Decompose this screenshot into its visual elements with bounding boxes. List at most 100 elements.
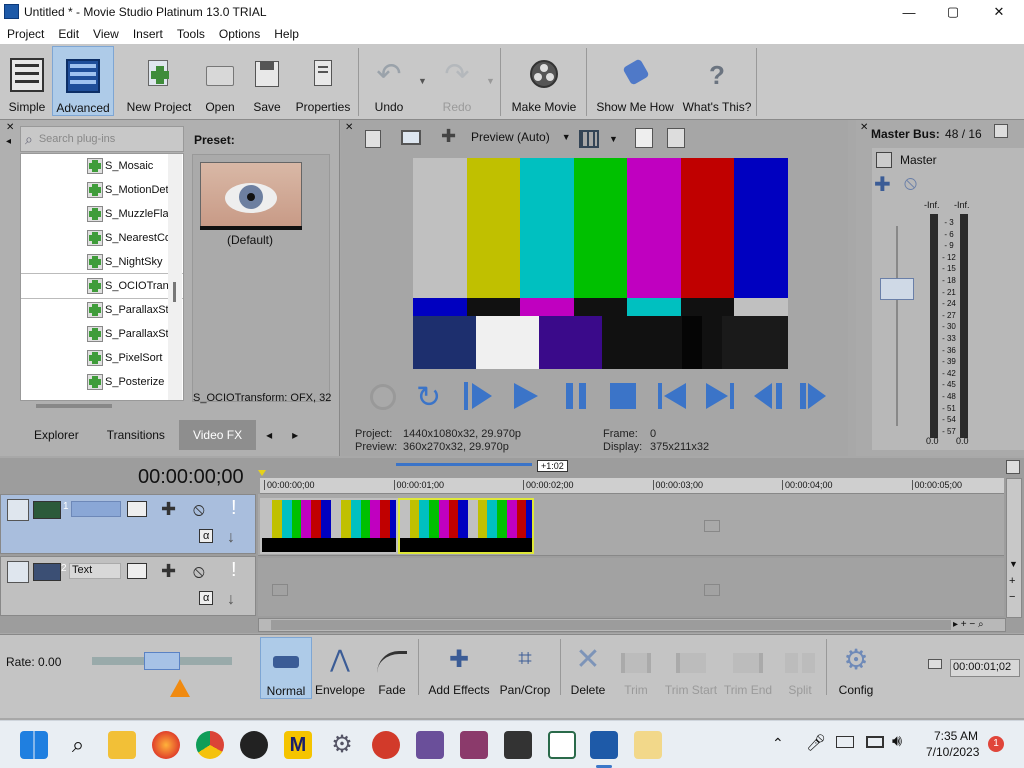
tab-prev-arrow[interactable]: ◂ [256, 420, 282, 450]
advanced-button[interactable]: Advanced [52, 46, 114, 116]
plugin-search-box[interactable]: ⌕ Search plug-ins [20, 126, 184, 152]
panel-expand-icon[interactable]: ◂ [6, 136, 11, 147]
search-icon[interactable]: ⌕ [64, 731, 92, 759]
make-movie-button[interactable]: Make Movie [508, 50, 580, 116]
cursor-marker[interactable] [258, 470, 266, 476]
clock-time[interactable]: 7:35 AM [934, 729, 978, 743]
properties-button[interactable]: Properties [292, 50, 354, 116]
trim-button[interactable]: Trim [614, 637, 658, 703]
close-button[interactable]: ✕ [976, 0, 1022, 24]
tab-explorer[interactable]: Explorer [20, 420, 93, 450]
trim-end-button[interactable]: Trim End [722, 637, 774, 703]
track-lane-2[interactable] [258, 558, 1004, 616]
plugin-tree-item[interactable]: S_PixelSort [21, 346, 183, 370]
menu-project[interactable]: Project [0, 27, 51, 41]
timeline-timecode[interactable]: 00:00:00;00 [138, 466, 244, 489]
panel-close-icon[interactable]: ✕ [345, 122, 353, 133]
simple-button[interactable]: Simple [4, 50, 50, 116]
show-me-how-button[interactable]: Show Me How [594, 50, 676, 116]
windows-start-icon[interactable] [20, 731, 48, 759]
mute-icon[interactable]: ⦸ [904, 172, 917, 195]
save-button[interactable]: Save [246, 50, 288, 116]
movie-studio-icon[interactable] [590, 731, 618, 759]
whats-this-button[interactable]: ? What's This? [682, 50, 752, 116]
plugin-tree-item[interactable]: S_ParallaxSt [21, 298, 183, 322]
keyboard-icon[interactable] [836, 736, 854, 748]
archive-icon[interactable] [460, 731, 488, 759]
file-explorer-icon[interactable] [108, 731, 136, 759]
speaker-icon[interactable]: 🔊︎ [892, 733, 902, 751]
play-from-start-icon[interactable] [464, 382, 492, 410]
undo-button[interactable]: ↶ Undo [366, 50, 412, 116]
next-frame-icon[interactable] [800, 383, 828, 409]
plugin-tree-item[interactable]: S_MuzzleFlas [21, 202, 183, 226]
loop-icon[interactable]: ↻ [416, 380, 441, 415]
delete-button[interactable]: ✕ Delete [566, 637, 610, 703]
document-app-icon[interactable] [548, 731, 576, 759]
plugin-tree-item[interactable]: S_NightSky [21, 250, 183, 274]
video-clip[interactable] [398, 498, 534, 554]
timeline-hscrollbar[interactable]: ▸ + − ⌕ [258, 618, 1006, 632]
track-name-field[interactable] [71, 501, 121, 517]
app-dome-icon[interactable] [372, 731, 400, 759]
composite-level-icon[interactable]: ↓ [227, 591, 235, 609]
external-monitor-icon[interactable] [401, 130, 421, 145]
plugin-tree-item[interactable]: S_Mosaic [21, 154, 183, 178]
video-track-1-header[interactable]: 1 ✚ ⦸ ! α ↓ [0, 494, 256, 554]
chrome-icon[interactable] [196, 731, 224, 759]
split-screen-icon[interactable]: ✚ [441, 126, 456, 147]
terminal-icon[interactable] [504, 731, 532, 759]
grid-overlay-icon[interactable] [579, 130, 599, 148]
menu-edit[interactable]: Edit [51, 27, 86, 41]
clapper-icon[interactable] [416, 731, 444, 759]
plugin-tree-item[interactable]: S_ParallaxSt [21, 322, 183, 346]
track-name-field[interactable]: Text [69, 563, 121, 579]
add-effects-button[interactable]: ✚ Add Effects [424, 637, 494, 703]
end-timecode[interactable]: 00:00:01;02 [950, 659, 1020, 677]
compositing-icon[interactable] [127, 501, 147, 517]
mute-icon[interactable]: ⦸ [193, 561, 205, 582]
panel-close-icon[interactable]: ✕ [860, 122, 868, 133]
menu-tools[interactable]: Tools [170, 27, 212, 41]
maximize-button[interactable]: ▢ [930, 0, 976, 24]
copy-snapshot-icon[interactable] [635, 128, 653, 148]
record-icon[interactable] [370, 384, 396, 410]
minimize-button[interactable]: — [886, 0, 932, 24]
preset-thumbnail[interactable] [200, 162, 302, 228]
split-button[interactable]: Split [778, 637, 822, 703]
alpha-icon[interactable]: α [199, 591, 214, 605]
plugin-tree-item[interactable]: S_MotionDet [21, 178, 183, 202]
redo-button[interactable]: ↷ Redo [434, 50, 480, 116]
timeline-menu-icon[interactable] [1006, 460, 1020, 474]
tree-hscrollbar[interactable] [36, 404, 112, 408]
track-motion-icon[interactable]: ✚ [161, 499, 176, 520]
alpha-icon[interactable]: α [199, 529, 214, 543]
chevron-down-icon[interactable]: ▼ [609, 134, 618, 144]
master-fx-icon[interactable] [876, 152, 892, 168]
normal-edit-button[interactable]: Normal [260, 637, 312, 699]
config-button[interactable]: ⚙ Config [832, 637, 880, 703]
go-to-end-icon[interactable] [706, 383, 734, 409]
envelope-button[interactable]: ⋀ Envelope [314, 637, 366, 703]
mixer-settings-icon[interactable] [994, 124, 1008, 138]
video-clip[interactable] [260, 498, 398, 554]
playback-range-bar[interactable] [396, 463, 532, 466]
play-icon[interactable] [514, 383, 538, 409]
volume-fader[interactable] [880, 278, 914, 300]
panel-close-icon[interactable]: ✕ [6, 122, 14, 133]
composite-level-icon[interactable]: ↓ [227, 529, 235, 547]
previous-frame-icon[interactable] [754, 383, 782, 409]
new-project-button[interactable]: New Project [124, 50, 194, 116]
pause-icon[interactable] [566, 383, 586, 409]
undo-dropdown-icon[interactable]: ▼ [418, 76, 427, 86]
settings-gear-icon[interactable]: ⚙ [328, 731, 356, 759]
preview-mode-select[interactable]: Preview (Auto) ▼ [471, 130, 571, 144]
plugin-tree-item[interactable]: S_OCIOTran [21, 273, 183, 299]
clock-date[interactable]: 7/10/2023 [926, 745, 979, 759]
obs-icon[interactable] [240, 731, 268, 759]
menu-view[interactable]: View [86, 27, 126, 41]
notepad-icon[interactable] [634, 731, 662, 759]
rate-slider[interactable] [92, 652, 232, 670]
plugin-tree-item[interactable]: S_Posterize [21, 370, 183, 394]
stop-icon[interactable] [610, 383, 636, 409]
